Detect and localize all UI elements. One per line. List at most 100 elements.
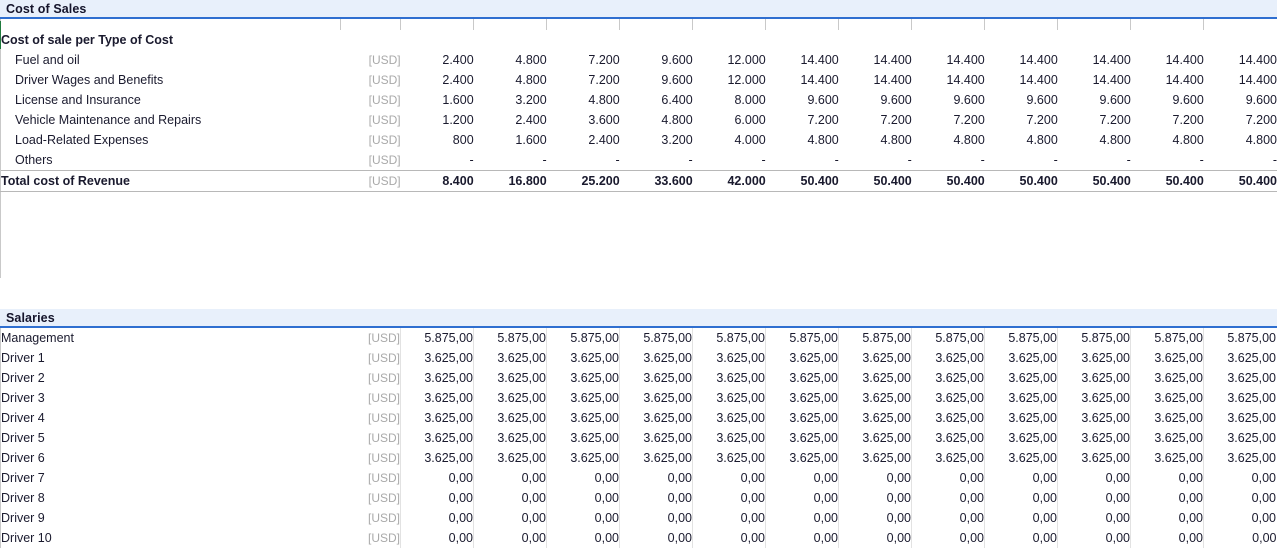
- cell-value-8[interactable]: 4.800: [912, 130, 985, 150]
- cell-value-9[interactable]: 5.875,00: [985, 328, 1058, 348]
- cell-value-7[interactable]: 3.625,00: [839, 388, 912, 408]
- cell-value-2[interactable]: 5.875,00: [474, 328, 547, 348]
- cell-value-2[interactable]: 16.800: [474, 171, 547, 192]
- cell-value-1[interactable]: 3.625,00: [401, 368, 474, 388]
- cell-value-5[interactable]: 0,00: [693, 528, 766, 548]
- cell-value-10[interactable]: 0,00: [1058, 488, 1131, 508]
- row-label[interactable]: License and Insurance: [1, 90, 341, 110]
- cell-value-9[interactable]: 50.400: [985, 171, 1058, 192]
- row-label[interactable]: Driver 5: [1, 428, 341, 448]
- row-label[interactable]: Driver 6: [1, 448, 341, 468]
- cell-value-9[interactable]: 4.800: [985, 130, 1058, 150]
- cell-value-3[interactable]: 4.800: [547, 90, 620, 110]
- cell-value-8[interactable]: 14.400: [912, 70, 985, 90]
- cell-value-6[interactable]: 3.625,00: [766, 348, 839, 368]
- cell-value-8[interactable]: 3.625,00: [912, 428, 985, 448]
- cell-value-3[interactable]: 3.625,00: [547, 348, 620, 368]
- cell-value-7[interactable]: 3.625,00: [839, 348, 912, 368]
- cell-value-9[interactable]: 14.400: [985, 70, 1058, 90]
- cell-value-2[interactable]: 3.625,00: [474, 348, 547, 368]
- cell-value-6[interactable]: 7.200: [766, 110, 839, 130]
- cell-value-1[interactable]: 5.875,00: [401, 328, 474, 348]
- cell-value-11[interactable]: 14.400: [1131, 70, 1204, 90]
- cell-value-11[interactable]: 0,00: [1131, 528, 1204, 548]
- cell-value-2[interactable]: 3.200: [474, 90, 547, 110]
- cell-value-4[interactable]: 0,00: [620, 468, 693, 488]
- cell-value-7[interactable]: 0,00: [839, 468, 912, 488]
- cell-value-12[interactable]: 5.875,00: [1204, 328, 1277, 348]
- cell-value-9[interactable]: 14.400: [985, 50, 1058, 70]
- cell-value-3[interactable]: 3.625,00: [547, 368, 620, 388]
- cell-value-8[interactable]: 3.625,00: [912, 408, 985, 428]
- cell-value-5[interactable]: 12.000: [693, 70, 766, 90]
- cell-value-2[interactable]: 4.800: [474, 70, 547, 90]
- cell-value-7[interactable]: 14.400: [839, 50, 912, 70]
- cell-value-1[interactable]: 0,00: [401, 488, 474, 508]
- cell-value-6[interactable]: 3.625,00: [766, 448, 839, 468]
- cell-value-1[interactable]: 1.600: [401, 90, 474, 110]
- cell-value-7[interactable]: 9.600: [839, 90, 912, 110]
- cell-value-5[interactable]: 3.625,00: [693, 428, 766, 448]
- cell-value-4[interactable]: 3.625,00: [620, 388, 693, 408]
- cell-value-2[interactable]: 0,00: [474, 508, 547, 528]
- cell-value-8[interactable]: 3.625,00: [912, 448, 985, 468]
- cell-value-6[interactable]: 14.400: [766, 70, 839, 90]
- cell-value-4[interactable]: 3.625,00: [620, 448, 693, 468]
- cell-value-9[interactable]: 0,00: [985, 488, 1058, 508]
- row-label[interactable]: Load-Related Expenses: [1, 130, 341, 150]
- cell-value-1[interactable]: 2.400: [401, 70, 474, 90]
- cell-value-9[interactable]: 3.625,00: [985, 428, 1058, 448]
- cell-value-2[interactable]: 0,00: [474, 468, 547, 488]
- cell-value-5[interactable]: 0,00: [693, 508, 766, 528]
- cell-value-12[interactable]: 3.625,00: [1204, 428, 1277, 448]
- row-label[interactable]: Management: [1, 328, 341, 348]
- cell-value-2[interactable]: 2.400: [474, 110, 547, 130]
- cell-value-7[interactable]: 3.625,00: [839, 368, 912, 388]
- cell-value-2[interactable]: -: [474, 150, 547, 171]
- cell-value-6[interactable]: 3.625,00: [766, 388, 839, 408]
- cell-value-9[interactable]: 7.200: [985, 110, 1058, 130]
- cell-value-5[interactable]: 8.000: [693, 90, 766, 110]
- cell-value-1[interactable]: 3.625,00: [401, 448, 474, 468]
- cell-value-6[interactable]: 0,00: [766, 528, 839, 548]
- cell-value-12[interactable]: 3.625,00: [1204, 348, 1277, 368]
- cell-value-10[interactable]: 7.200: [1058, 110, 1131, 130]
- cell-value-3[interactable]: 3.625,00: [547, 428, 620, 448]
- cell-value-2[interactable]: 0,00: [474, 528, 547, 548]
- cell-value-12[interactable]: 9.600: [1204, 90, 1277, 110]
- cell-value-9[interactable]: 3.625,00: [985, 368, 1058, 388]
- cell-value-10[interactable]: 14.400: [1058, 70, 1131, 90]
- cell-value-1[interactable]: 0,00: [401, 508, 474, 528]
- cell-value-7[interactable]: 3.625,00: [839, 408, 912, 428]
- cell-value-3[interactable]: 3.625,00: [547, 408, 620, 428]
- cell-value-3[interactable]: 3.600: [547, 110, 620, 130]
- row-label[interactable]: Others: [1, 150, 341, 171]
- row-label[interactable]: Driver 7: [1, 468, 341, 488]
- cell-value-2[interactable]: 3.625,00: [474, 448, 547, 468]
- cell-value-4[interactable]: 3.625,00: [620, 348, 693, 368]
- cell-value-9[interactable]: 0,00: [985, 468, 1058, 488]
- cell-value-12[interactable]: 3.625,00: [1204, 368, 1277, 388]
- cell-value-12[interactable]: 0,00: [1204, 508, 1277, 528]
- cell-value-6[interactable]: 3.625,00: [766, 408, 839, 428]
- cell-value-7[interactable]: 0,00: [839, 508, 912, 528]
- row-label[interactable]: Fuel and oil: [1, 50, 341, 70]
- cell-value-8[interactable]: 9.600: [912, 90, 985, 110]
- cell-value-4[interactable]: 3.625,00: [620, 428, 693, 448]
- cell-value-3[interactable]: 3.625,00: [547, 448, 620, 468]
- cell-value-1[interactable]: 2.400: [401, 50, 474, 70]
- cell-value-9[interactable]: 0,00: [985, 508, 1058, 528]
- cell-value-6[interactable]: 0,00: [766, 468, 839, 488]
- cell-value-11[interactable]: 9.600: [1131, 90, 1204, 110]
- cell-value-5[interactable]: 3.625,00: [693, 348, 766, 368]
- cell-value-1[interactable]: 8.400: [401, 171, 474, 192]
- cell-value-1[interactable]: 3.625,00: [401, 388, 474, 408]
- cell-value-1[interactable]: 1.200: [401, 110, 474, 130]
- cell-value-8[interactable]: 5.875,00: [912, 328, 985, 348]
- cell-value-3[interactable]: 7.200: [547, 70, 620, 90]
- cell-value-11[interactable]: 0,00: [1131, 488, 1204, 508]
- cell-value-10[interactable]: 0,00: [1058, 508, 1131, 528]
- cell-value-2[interactable]: 3.625,00: [474, 408, 547, 428]
- cell-value-4[interactable]: 0,00: [620, 528, 693, 548]
- cell-value-10[interactable]: 3.625,00: [1058, 448, 1131, 468]
